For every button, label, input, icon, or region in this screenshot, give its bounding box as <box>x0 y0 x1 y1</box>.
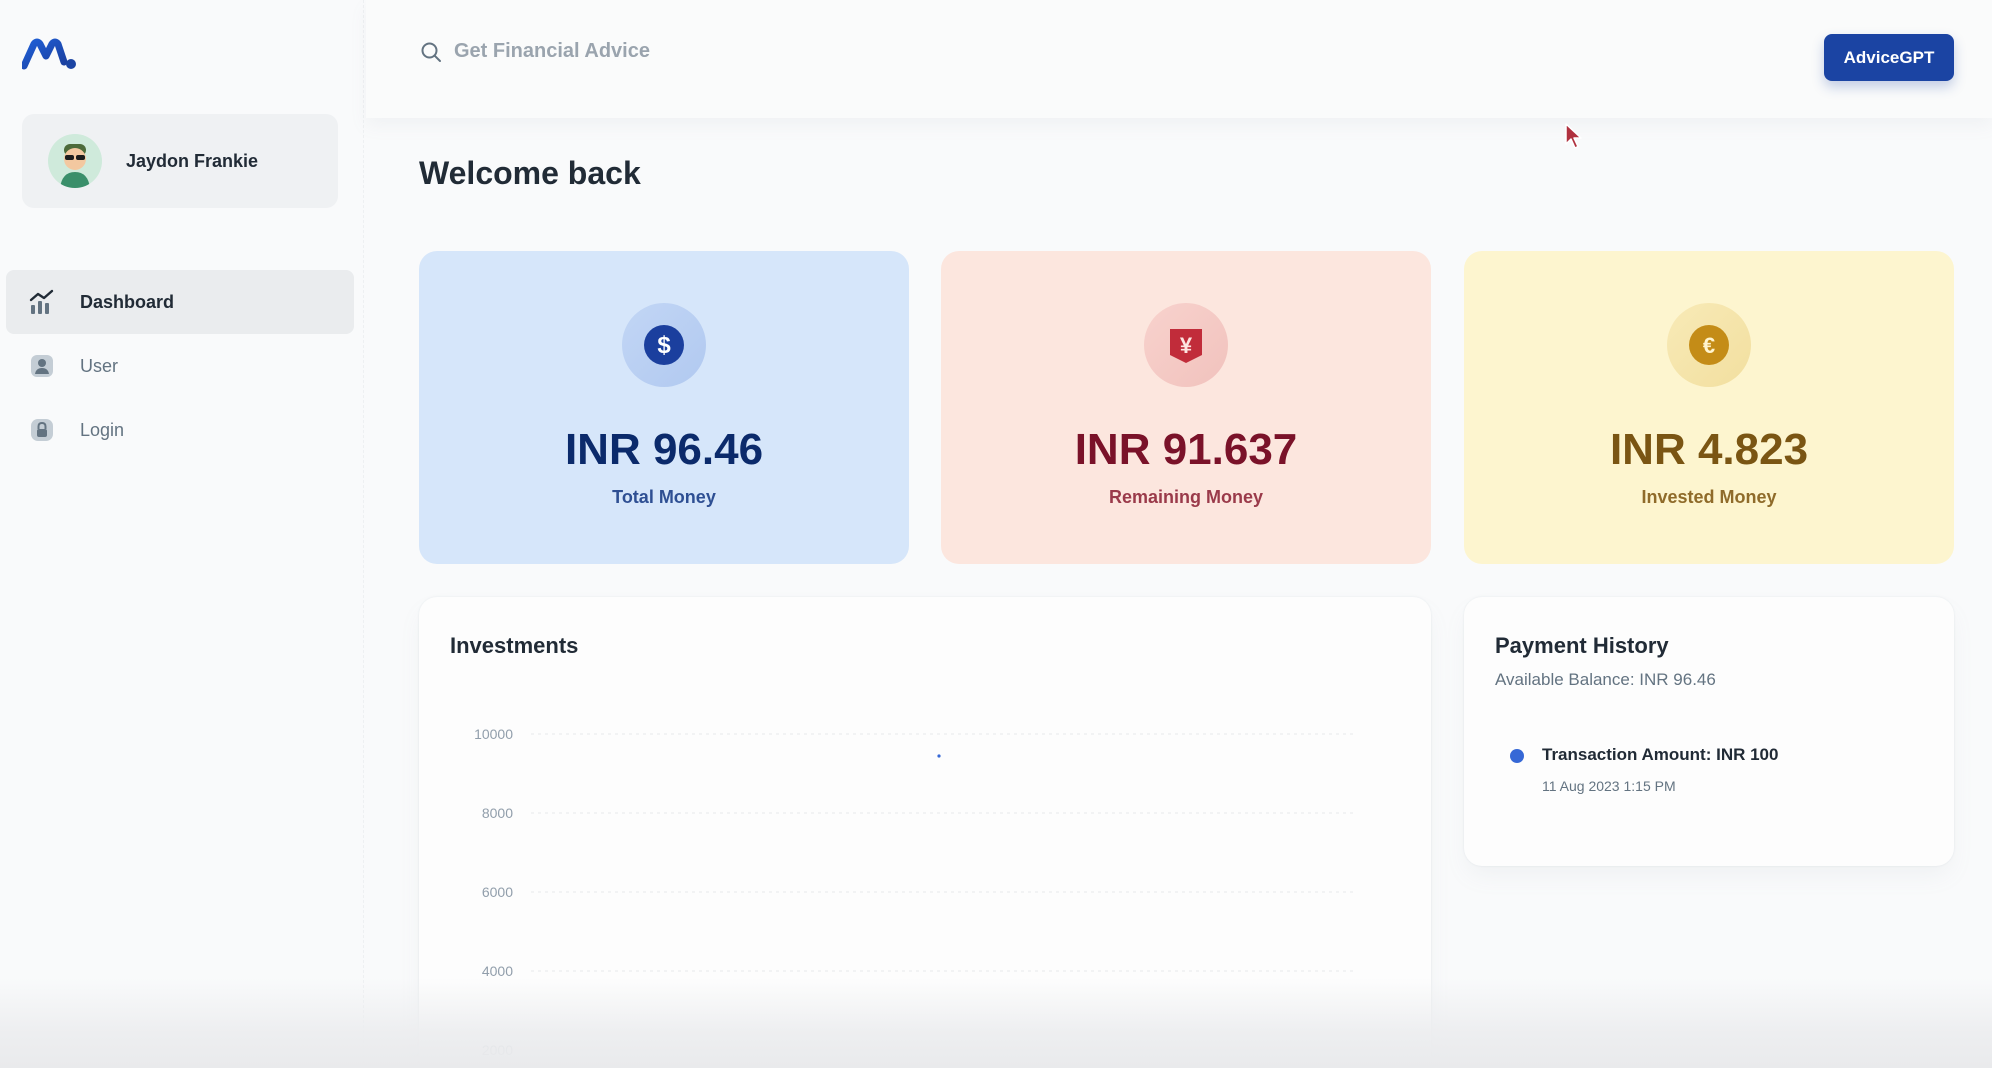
stat-icon-wrap: $ <box>622 303 706 387</box>
stat-card-invested-money: € INR 4.823 Invested Money <box>1464 251 1954 564</box>
y-tick-label: 6000 <box>482 884 513 900</box>
sidebar: Jaydon Frankie Dashboard User Login <box>0 0 364 1068</box>
sidebar-nav: Dashboard User Login <box>6 270 354 462</box>
y-tick-label: 8000 <box>482 805 513 821</box>
account-card[interactable]: Jaydon Frankie <box>22 114 338 208</box>
top-bar: Get Financial Advice AdviceGPT <box>366 0 1992 118</box>
stat-icon-wrap: ¥ <box>1144 303 1228 387</box>
chart-icon <box>28 288 56 316</box>
stat-amount: INR 96.46 <box>564 425 764 474</box>
search-input[interactable]: Get Financial Advice <box>420 40 650 63</box>
sidebar-item-label: Dashboard <box>80 291 175 312</box>
page-title: Welcome back <box>419 155 641 191</box>
stat-label: Invested Money <box>1641 487 1777 507</box>
svg-text:¥: ¥ <box>1180 333 1193 358</box>
investments-chart: 10000 8000 6000 4000 2000 <box>474 726 1354 1058</box>
user-icon <box>28 352 56 380</box>
stat-card-total-money: $ INR 96.46 Total Money <box>419 251 909 564</box>
transaction-date: 11 Aug 2023 1:15 PM <box>1542 778 1676 794</box>
search-placeholder: Get Financial Advice <box>454 40 650 62</box>
y-tick-label: 10000 <box>474 726 513 742</box>
timeline-dot <box>1510 749 1524 763</box>
euro-icon: € <box>1689 325 1729 365</box>
sidebar-item-dashboard[interactable]: Dashboard <box>6 270 354 334</box>
sidebar-item-label: Login <box>80 419 125 440</box>
lock-icon <box>28 416 56 444</box>
stat-amount: INR 4.823 <box>1609 425 1809 474</box>
stat-card-remaining-money: ¥ INR 91.637 Remaining Money <box>941 251 1431 564</box>
payment-history-panel: Payment History Available Balance: INR 9… <box>1464 597 1954 866</box>
y-tick-label: 2000 <box>482 1042 513 1058</box>
stat-label: Total Money <box>612 487 716 507</box>
sidebar-item-user[interactable]: User <box>6 334 354 398</box>
sidebar-item-login[interactable]: Login <box>6 398 354 462</box>
investments-panel: Investments 10000 8000 6000 4000 2000 <box>419 597 1431 1068</box>
y-tick-label: 4000 <box>482 963 513 979</box>
svg-text:$: $ <box>657 332 671 359</box>
chart-point <box>937 754 941 758</box>
dollar-icon: $ <box>644 325 684 365</box>
avatar-icon <box>48 134 102 188</box>
available-balance: Available Balance: INR 96.46 <box>1495 670 1716 689</box>
mouse-cursor-icon <box>1565 123 1582 149</box>
advicegpt-button[interactable]: AdviceGPT <box>1824 34 1954 81</box>
sidebar-item-label: User <box>80 355 119 376</box>
avatar <box>48 134 102 188</box>
search-icon[interactable] <box>420 41 442 63</box>
stat-icon-wrap: € <box>1667 303 1751 387</box>
transaction-amount: Transaction Amount: INR 100 <box>1542 745 1779 764</box>
svg-text:€: € <box>1703 333 1715 358</box>
payment-history-title: Payment History <box>1495 633 1669 658</box>
yen-icon: ¥ <box>1170 329 1202 363</box>
minimal-logo-icon[interactable] <box>22 38 76 72</box>
stat-amount: INR 91.637 <box>1074 425 1298 474</box>
stat-label: Remaining Money <box>1108 487 1264 507</box>
account-name: Jaydon Frankie <box>126 150 259 171</box>
